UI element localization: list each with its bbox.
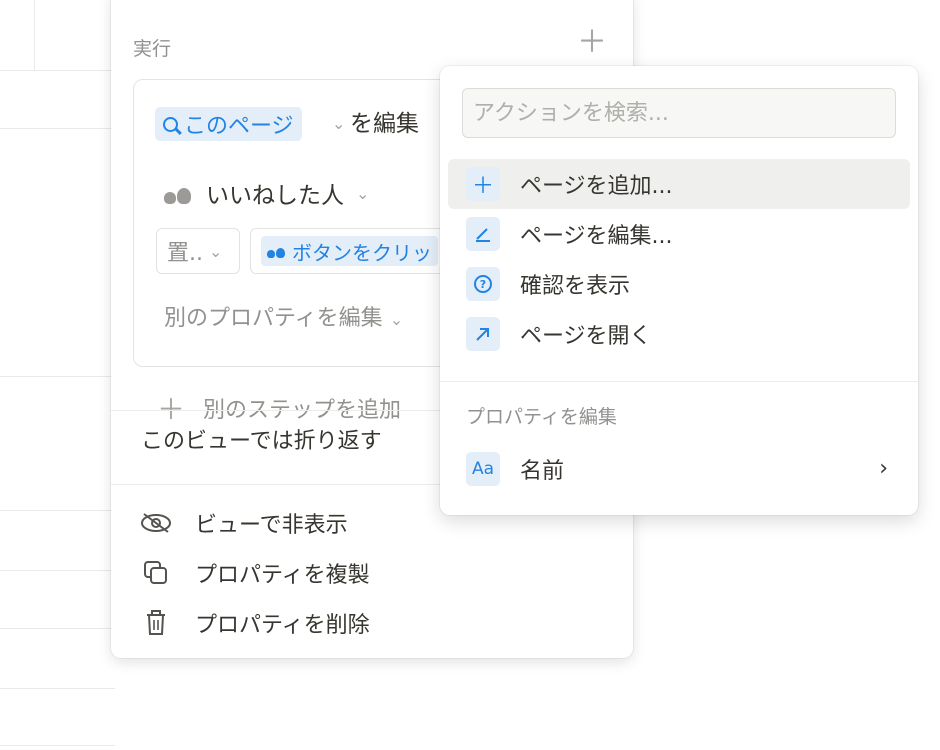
property-selector[interactable]: いいねした人 ⌄ [164,176,369,210]
action-label: 確認を表示 [520,274,631,299]
other-property-label: 別のプロパティを編集 [164,306,383,331]
add-action-button[interactable]: ＋ [577,28,607,58]
duplicate-property-item[interactable]: プロパティを複製 [139,557,370,589]
action-picker-popup: ＋ ページを追加... ページを編集... ? 確認を表示 ページを開く プロパ… [440,66,918,515]
delete-property-item[interactable]: プロパティを削除 [139,607,370,639]
question-circle-icon: ? [466,267,500,301]
action-add-page[interactable]: ＋ ページを追加... [448,159,910,209]
grid-divider [0,570,115,571]
grid-divider [0,70,115,71]
value-chip[interactable]: ボタンをクリッ [261,236,438,266]
action-open-page[interactable]: ページを開く [448,309,910,359]
hide-in-view-item[interactable]: ビューで非表示 [139,507,348,539]
action-show-confirmation[interactable]: ? 確認を表示 [448,259,910,309]
grid-divider [0,745,115,746]
value-chip-label: ボタンをクリッ [292,240,432,265]
run-section-label: 実行 [133,38,172,60]
grid-divider [0,628,115,629]
action-label: ページを追加... [520,174,673,199]
plus-icon: ＋ [157,393,186,426]
menu-item-label: ビューで非表示 [195,513,348,538]
people-icon [164,182,194,204]
svg-text:?: ? [480,278,486,291]
property-name-label: 名前 [520,459,565,484]
grid-divider [0,510,115,511]
menu-item-label: プロパティを削除 [195,613,370,638]
target-page-chip[interactable]: このページ [155,107,302,141]
action-label: ページを開く [520,324,652,349]
people-icon [267,244,287,258]
grid-divider [34,0,35,70]
edit-word: を編集 [350,111,419,137]
wrap-in-view-toggle-row[interactable]: このビューでは折り返す [141,423,382,455]
chevron-down-icon: ⌄ [356,183,370,203]
operation-select[interactable]: 置.. ⌄ [156,228,240,274]
operation-value: 置.. [167,241,203,266]
action-edit-page[interactable]: ページを編集... [448,209,910,259]
target-page-label: このページ [184,114,294,139]
plus-icon: ＋ [466,167,500,201]
property-label: いいねした人 [206,183,344,209]
eye-slash-icon [139,512,173,534]
edit-property-section-label: プロパティを編集 [466,406,617,428]
grid-divider [0,128,115,129]
action-search-input[interactable] [462,88,896,138]
grid-divider [0,376,115,377]
action-label: ページを編集... [520,224,673,249]
trash-icon [139,610,173,636]
add-step-button[interactable]: ＋ 別のステップを追加 [157,388,401,428]
chevron-down-icon[interactable]: ⌄ [332,114,345,133]
chevron-down-icon: ⌄ [209,241,223,261]
edit-other-property-button[interactable]: 別のプロパティを編集 ⌄ [164,300,403,332]
search-icon [163,116,178,132]
chevron-down-icon: ⌄ [389,310,404,329]
chevron-right-icon: › [879,456,888,481]
pencil-icon [466,217,500,251]
divider [440,381,918,382]
text-type-icon: Aa [466,452,500,486]
grid-divider [0,688,115,689]
menu-item-label: プロパティを複製 [195,563,370,588]
arrow-up-right-icon [466,317,500,351]
property-name-item[interactable]: Aa 名前 › [448,444,910,494]
duplicate-icon [139,560,173,586]
add-step-label: 別のステップを追加 [203,398,402,423]
